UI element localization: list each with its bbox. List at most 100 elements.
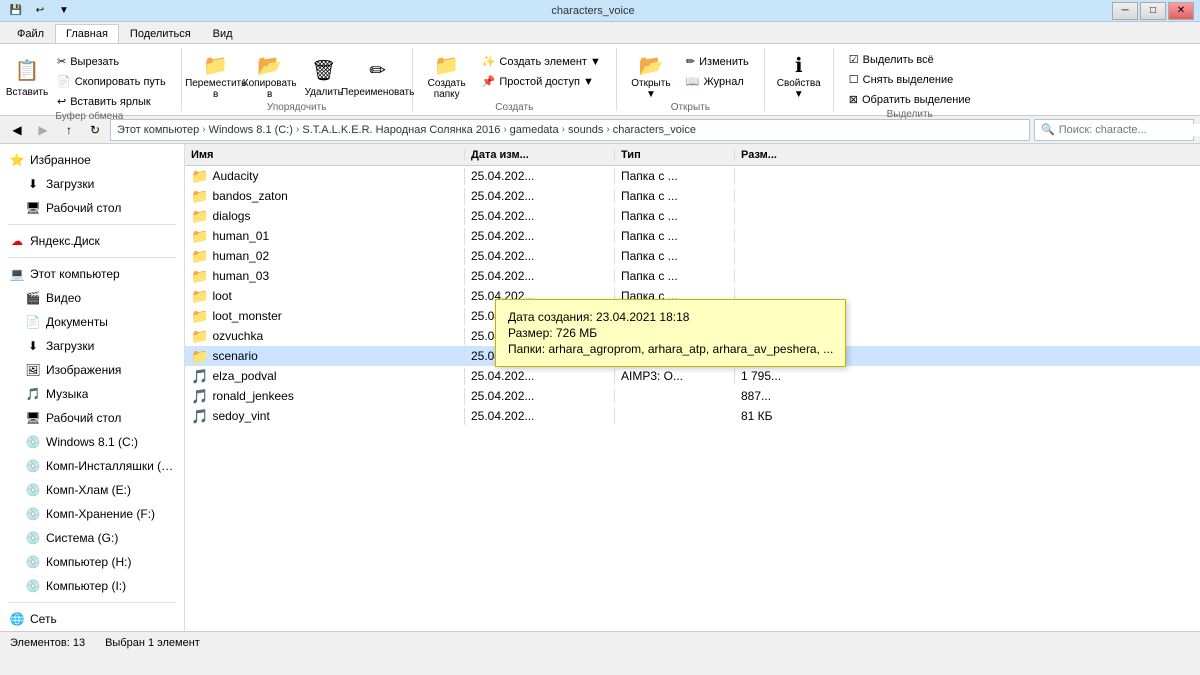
history-label: Журнал <box>704 76 744 88</box>
easy-access-icon: 📌 <box>482 75 496 88</box>
easy-access-btn[interactable]: 📌 Простой доступ ▼ <box>475 72 608 91</box>
tab-view[interactable]: Вид <box>202 24 244 43</box>
cDrive-icon: 💿 <box>24 433 42 451</box>
sidebar-item-eDrive[interactable]: 💿 Комп-Хлам (E:) <box>0 478 184 502</box>
undo-qa-btn[interactable]: ↩ <box>30 2 50 20</box>
sidebar-item-downloads1[interactable]: ⬇ Загрузки <box>0 172 184 196</box>
open-icon: 📂 <box>635 53 667 78</box>
sidebar-item-iDrive[interactable]: 💿 Компьютер (I:) <box>0 574 184 598</box>
edit-btn[interactable]: ✏ Изменить <box>679 52 756 71</box>
file-size-ronald: 887... <box>735 389 835 403</box>
history-btn[interactable]: 📖 Журнал <box>679 72 756 91</box>
maximize-btn[interactable]: □ <box>1140 2 1166 20</box>
file-row-bandos[interactable]: 📁bandos_zaton 25.04.202... Папка с ... <box>185 186 1200 206</box>
sidebar-item-desktop2[interactable]: 🖥 Рабочий стол <box>0 406 184 430</box>
header-type[interactable]: Тип <box>615 149 735 161</box>
sidebar-item-images[interactable]: 🖼 Изображения <box>0 358 184 382</box>
copy-path-btn[interactable]: 📄 Скопировать путь <box>50 72 173 91</box>
path-sounds[interactable]: sounds <box>568 124 603 136</box>
open-btn[interactable]: 📂 Открыть ▼ <box>625 50 677 102</box>
deselect-btn[interactable]: ☐ Снять выделение <box>842 70 978 89</box>
new-folder-btn[interactable]: 📁 Создать папку <box>421 50 473 102</box>
sidebar-item-cDrive[interactable]: 💿 Windows 8.1 (C:) <box>0 430 184 454</box>
path-computer[interactable]: Этот компьютер <box>117 124 199 136</box>
search-input[interactable] <box>1059 124 1200 136</box>
tab-share[interactable]: Поделиться <box>119 24 202 43</box>
downloads1-label: Загрузки <box>46 177 94 191</box>
quickaccess-bar: 💾 ↩ ▼ <box>6 2 74 20</box>
file-row-sedoy[interactable]: 🎵sedoy_vint 25.04.202... 81 КБ <box>185 406 1200 426</box>
file-row-elza[interactable]: 🎵elza_podval 25.04.202... AIMP3: О... 1 … <box>185 366 1200 386</box>
sidebar-item-dDrive[interactable]: 💿 Комп-Инсталляшки (D:) <box>0 454 184 478</box>
qa-menu-btn[interactable]: ▼ <box>54 2 74 20</box>
sidebar-item-yadisk[interactable]: ☁ Яндекс.Диск <box>0 229 184 253</box>
move-to-btn[interactable]: 📁 Переместить в <box>190 50 242 102</box>
file-row-ronald[interactable]: 🎵ronald_jenkees 25.04.202... 887... <box>185 386 1200 406</box>
back-btn[interactable]: ◀ <box>6 119 28 141</box>
invert-selection-btn[interactable]: ⊠ Обратить выделение <box>842 90 978 109</box>
path-drive[interactable]: Windows 8.1 (C:) <box>209 124 293 136</box>
sidebar-item-video[interactable]: 🎬 Видео <box>0 286 184 310</box>
titlebar: 💾 ↩ ▼ characters_voice ─ □ ✕ <box>0 0 1200 22</box>
file-type-human03: Папка с ... <box>615 269 735 283</box>
address-path[interactable]: Этот компьютер › Windows 8.1 (C:) › S.T.… <box>110 119 1030 141</box>
addressbar: ◀ ▶ ↑ ↻ Этот компьютер › Windows 8.1 (C:… <box>0 116 1200 144</box>
folder-icon: 📁 <box>191 328 208 345</box>
ribbon-group-clipboard: 📋 Вставить ✂ Вырезать 📄 Скопировать путь… <box>6 48 182 111</box>
close-btn[interactable]: ✕ <box>1168 2 1194 20</box>
select-all-btn[interactable]: ☑ Выделить всё <box>842 50 978 69</box>
search-box[interactable]: 🔍 <box>1034 119 1194 141</box>
header-date[interactable]: Дата изм... <box>465 149 615 161</box>
delete-label: Удалить <box>305 87 343 98</box>
properties-btn[interactable]: ℹ Свойства ▼ <box>773 50 825 102</box>
file-row-dialogs[interactable]: 📁dialogs 25.04.202... Папка с ... <box>185 206 1200 226</box>
tab-home[interactable]: Главная <box>55 24 119 43</box>
sidebar-item-docs[interactable]: 📄 Документы <box>0 310 184 334</box>
folder-icon: 📁 <box>191 268 208 285</box>
refresh-btn[interactable]: ↻ <box>84 119 106 141</box>
save-qa-btn[interactable]: 💾 <box>6 2 26 20</box>
file-type-dialogs: Папка с ... <box>615 209 735 223</box>
sidebar-item-fDrive[interactable]: 💿 Комп-Хранение (F:) <box>0 502 184 526</box>
minimize-btn[interactable]: ─ <box>1112 2 1138 20</box>
sidebar-item-desktop1[interactable]: 🖥 Рабочий стол <box>0 196 184 220</box>
sidebar-item-downloads2[interactable]: ⬇ Загрузки <box>0 334 184 358</box>
paste-icon: 📋 <box>11 55 43 87</box>
gDrive-label: Система (G:) <box>46 531 118 545</box>
new-item-btn[interactable]: ✨ Создать элемент ▼ <box>475 52 608 71</box>
paste-shortcut-btn[interactable]: ↩ Вставить ярлык <box>50 92 173 111</box>
file-row-audacity[interactable]: 📁Audacity 25.04.202... Папка с ... <box>185 166 1200 186</box>
sidebar-item-thispc[interactable]: 💻 Этот компьютер <box>0 262 184 286</box>
file-date-elza: 25.04.202... <box>465 369 615 383</box>
ribbon-group-select: ☑ Выделить всё ☐ Снять выделение ⊠ Обрат… <box>842 48 978 111</box>
sidebar-item-music[interactable]: 🎵 Музыка <box>0 382 184 406</box>
file-name-audacity: Audacity <box>212 169 258 183</box>
sidebar-item-gDrive[interactable]: 💿 Система (G:) <box>0 526 184 550</box>
file-row-human03[interactable]: 📁human_03 25.04.202... Папка с ... <box>185 266 1200 286</box>
copy-to-btn[interactable]: 📂 Копировать в <box>244 50 296 102</box>
forward-btn[interactable]: ▶ <box>32 119 54 141</box>
create-group-label: Создать <box>421 102 608 113</box>
up-btn[interactable]: ↑ <box>58 119 80 141</box>
folder-icon: 📁 <box>191 188 208 205</box>
cut-btn[interactable]: ✂ Вырезать <box>50 52 173 71</box>
file-row-human02[interactable]: 📁human_02 25.04.202... Папка с ... <box>185 246 1200 266</box>
path-game[interactable]: S.T.A.L.K.E.R. Народная Солянка 2016 <box>302 124 500 136</box>
invert-icon: ⊠ <box>849 93 858 106</box>
path-charvoice[interactable]: characters_voice <box>613 124 696 136</box>
paste-btn[interactable]: 📋 Вставить <box>6 50 48 102</box>
header-size[interactable]: Разм... <box>735 149 835 161</box>
path-gamedata[interactable]: gamedata <box>510 124 559 136</box>
properties-label: Свойства ▼ <box>776 78 822 100</box>
file-name-ronald: ronald_jenkees <box>212 389 293 403</box>
sidebar-item-network[interactable]: 🌐 Сеть <box>0 607 184 631</box>
tooltip-size-row: Размер: 726 МБ <box>508 326 833 340</box>
tab-file[interactable]: Файл <box>6 24 55 43</box>
file-size-elza: 1 795... <box>735 369 835 383</box>
rename-btn[interactable]: ✏ Переименовать <box>352 50 404 102</box>
paste-shortcut-icon: ↩ <box>57 95 66 108</box>
header-name[interactable]: Имя <box>185 149 465 161</box>
sidebar-item-hDrive[interactable]: 💿 Компьютер (H:) <box>0 550 184 574</box>
sidebar-item-favorites[interactable]: ⭐ Избранное <box>0 148 184 172</box>
file-row-human01[interactable]: 📁human_01 25.04.202... Папка с ... <box>185 226 1200 246</box>
